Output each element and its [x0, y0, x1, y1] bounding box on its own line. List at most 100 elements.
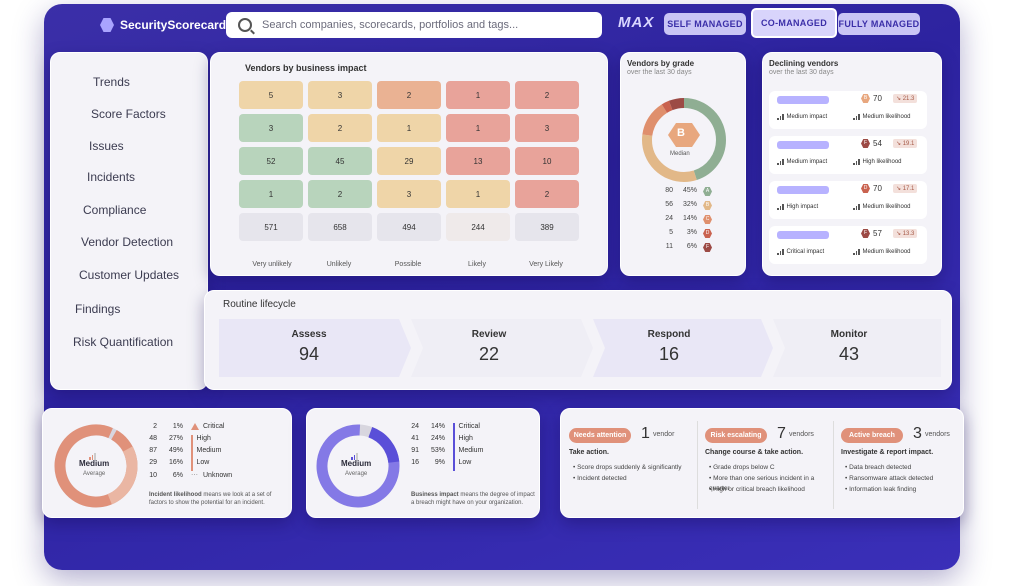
impact-text: Medium impact	[786, 113, 828, 120]
score-value: 54	[873, 139, 882, 148]
signal-bars-icon	[453, 435, 455, 447]
vendor-name-placeholder	[777, 141, 829, 149]
sidebar-item-vendor-detection[interactable]: Vendor Detection	[81, 235, 173, 249]
legend-count: 2	[153, 423, 157, 430]
declining-vendor-item[interactable]: F 57 ↘ 13.3 Critical impact Medium likelihoo…	[769, 226, 927, 264]
lifecycle-step-assess[interactable]: Assess 94	[219, 319, 399, 375]
matrix-cell[interactable]: 10	[515, 147, 579, 175]
matrix-cell[interactable]: 2	[515, 180, 579, 208]
col-label-very-likely: Very Likely	[529, 261, 563, 268]
search-bar[interactable]: Search companies, scorecards, portfolios…	[226, 12, 602, 38]
impact-center-sub: Average	[345, 471, 368, 477]
grades-card: Vendors by grade over the last 30 days B…	[620, 52, 746, 276]
co-managed-button[interactable]: CO-MANAGED	[751, 8, 837, 38]
fully-managed-button[interactable]: FULLY MANAGED	[838, 13, 920, 35]
grade-hex-icon: A	[703, 187, 712, 196]
matrix-cell[interactable]: 2	[377, 81, 441, 109]
sidebar-item-incidents[interactable]: Incidents	[87, 170, 135, 184]
matrix-cell[interactable]: 2	[308, 114, 372, 142]
sidebar-item-compliance[interactable]: Compliance	[83, 203, 146, 217]
lifecycle-step-review[interactable]: Review 22	[401, 319, 577, 375]
matrix-cell[interactable]: 1	[377, 114, 441, 142]
matrix-cell[interactable]: 5	[239, 81, 303, 109]
legend-label: Medium	[458, 447, 484, 454]
matrix-cell[interactable]: 2	[515, 81, 579, 109]
search-placeholder: Search companies, scorecards, portfolios…	[262, 19, 519, 31]
sidebar-item-trends[interactable]: Trends	[93, 75, 130, 89]
matrix-cell[interactable]: 244	[446, 213, 510, 241]
lifecycle-step-respond[interactable]: Respond 16	[581, 319, 757, 375]
declining-vendor-item[interactable]: B 70 ↘ 21.3 Medium impact Medium likelihood	[769, 91, 927, 129]
matrix-cell[interactable]: 29	[377, 147, 441, 175]
score-change: ↘ 13.3	[893, 229, 918, 238]
declining-vendor-item[interactable]: F 54 ↘ 19.1 Medium impact High likelihood	[769, 136, 927, 174]
legend-row: 91 53% Medium	[405, 447, 484, 459]
likelihood-center-sub: Average	[83, 471, 106, 477]
action-pill[interactable]: Needs attention	[569, 428, 631, 443]
matrix-cell[interactable]: 13	[446, 147, 510, 175]
sidebar-item-issues[interactable]: Issues	[89, 139, 124, 153]
grade-count: 11	[665, 243, 673, 250]
action-unit: vendor	[653, 431, 675, 438]
grade-row[interactable]: 5 3% D	[655, 229, 712, 238]
declining-vendor-item[interactable]: D 70 ↘ 17.1 High impact Medium likelihood	[769, 181, 927, 219]
signal-bars-icon	[853, 158, 860, 165]
vendor-name-placeholder	[777, 96, 829, 104]
sidebar-item-findings[interactable]: Findings	[75, 302, 120, 316]
actions-divider-2	[833, 421, 834, 509]
bullet-text: High or critical breach likelihood	[713, 486, 805, 493]
matrix-cell[interactable]: 571	[239, 213, 303, 241]
grade-row[interactable]: 80 45% A	[655, 187, 712, 196]
matrix-cell[interactable]: 1	[446, 180, 510, 208]
matrix-cell[interactable]: 52	[239, 147, 303, 175]
action-pill[interactable]: Active breach	[841, 428, 903, 443]
bullet-text: Ransomware attack detected	[849, 475, 934, 482]
signal-bars-icon	[853, 113, 860, 120]
grade-count: 80	[665, 187, 673, 194]
action-pill[interactable]: Risk escalating	[705, 428, 767, 443]
action-bullet: • Information leak finding	[845, 486, 917, 493]
grade-row[interactable]: 11 6% F	[655, 243, 712, 252]
matrix-cell[interactable]: 2	[308, 180, 372, 208]
bullet-text: Grade drops below C	[713, 464, 775, 471]
grade-hex-icon: B	[861, 94, 870, 103]
legend-row: 16 9% Low	[405, 459, 471, 471]
matrix-cell[interactable]: 3	[515, 114, 579, 142]
matrix-cell[interactable]: 45	[308, 147, 372, 175]
matrix-cell[interactable]: 1	[446, 81, 510, 109]
matrix-cell[interactable]: 3	[377, 180, 441, 208]
legend-row: 87 49% Medium	[143, 447, 222, 459]
sidebar-item-risk-quantification[interactable]: Risk Quantification	[73, 335, 173, 349]
actions-card: Needs attention 1 vendor Take action. • Scor…	[560, 408, 964, 518]
legend-row: 10 6% ⋯ Unknown	[143, 471, 232, 480]
impact-text: Medium impact	[786, 158, 828, 165]
self-managed-button[interactable]: SELF MANAGED	[664, 13, 746, 35]
grade-row[interactable]: 56 32% B	[655, 201, 712, 210]
grade-hex-icon: F	[861, 229, 870, 238]
brand-logo[interactable]: SecurityScorecard	[100, 18, 226, 32]
likelihood-note-bold: Incident likelihood	[149, 492, 202, 498]
matrix-cell[interactable]: 494	[377, 213, 441, 241]
legend-label: Medium	[196, 447, 222, 454]
matrix-cell[interactable]: 3	[239, 114, 303, 142]
signal-bars-icon	[191, 447, 193, 459]
grade-pct: 6%	[686, 243, 697, 250]
impact-label: Critical impact	[777, 248, 824, 255]
legend-pct: 16%	[168, 459, 183, 466]
grade-hex-icon: D	[861, 184, 870, 193]
legend-count: 87	[149, 447, 157, 454]
matrix-cell[interactable]: 389	[515, 213, 579, 241]
grade-row[interactable]: 24 14% C	[655, 215, 712, 224]
legend-pct: 24%	[430, 435, 445, 442]
matrix-cell[interactable]: 1	[446, 114, 510, 142]
matrix-cell[interactable]: 1	[239, 180, 303, 208]
lifecycle-step-monitor[interactable]: Monitor 43	[761, 319, 937, 375]
impact-matrix-card: Vendors by business impact 5 3 2 1 2 3 2 1 1 3 52 4…	[210, 52, 608, 276]
likelihood-label: High likelihood	[853, 158, 902, 165]
impact-matrix-title: Vendors by business impact	[245, 63, 367, 73]
sidebar-item-customer-updates[interactable]: Customer Updates	[79, 268, 179, 282]
matrix-cell[interactable]: 658	[308, 213, 372, 241]
matrix-cell[interactable]: 3	[308, 81, 372, 109]
action-title: Change course & take action.	[705, 449, 804, 456]
sidebar-item-score-factors[interactable]: Score Factors	[91, 107, 166, 121]
